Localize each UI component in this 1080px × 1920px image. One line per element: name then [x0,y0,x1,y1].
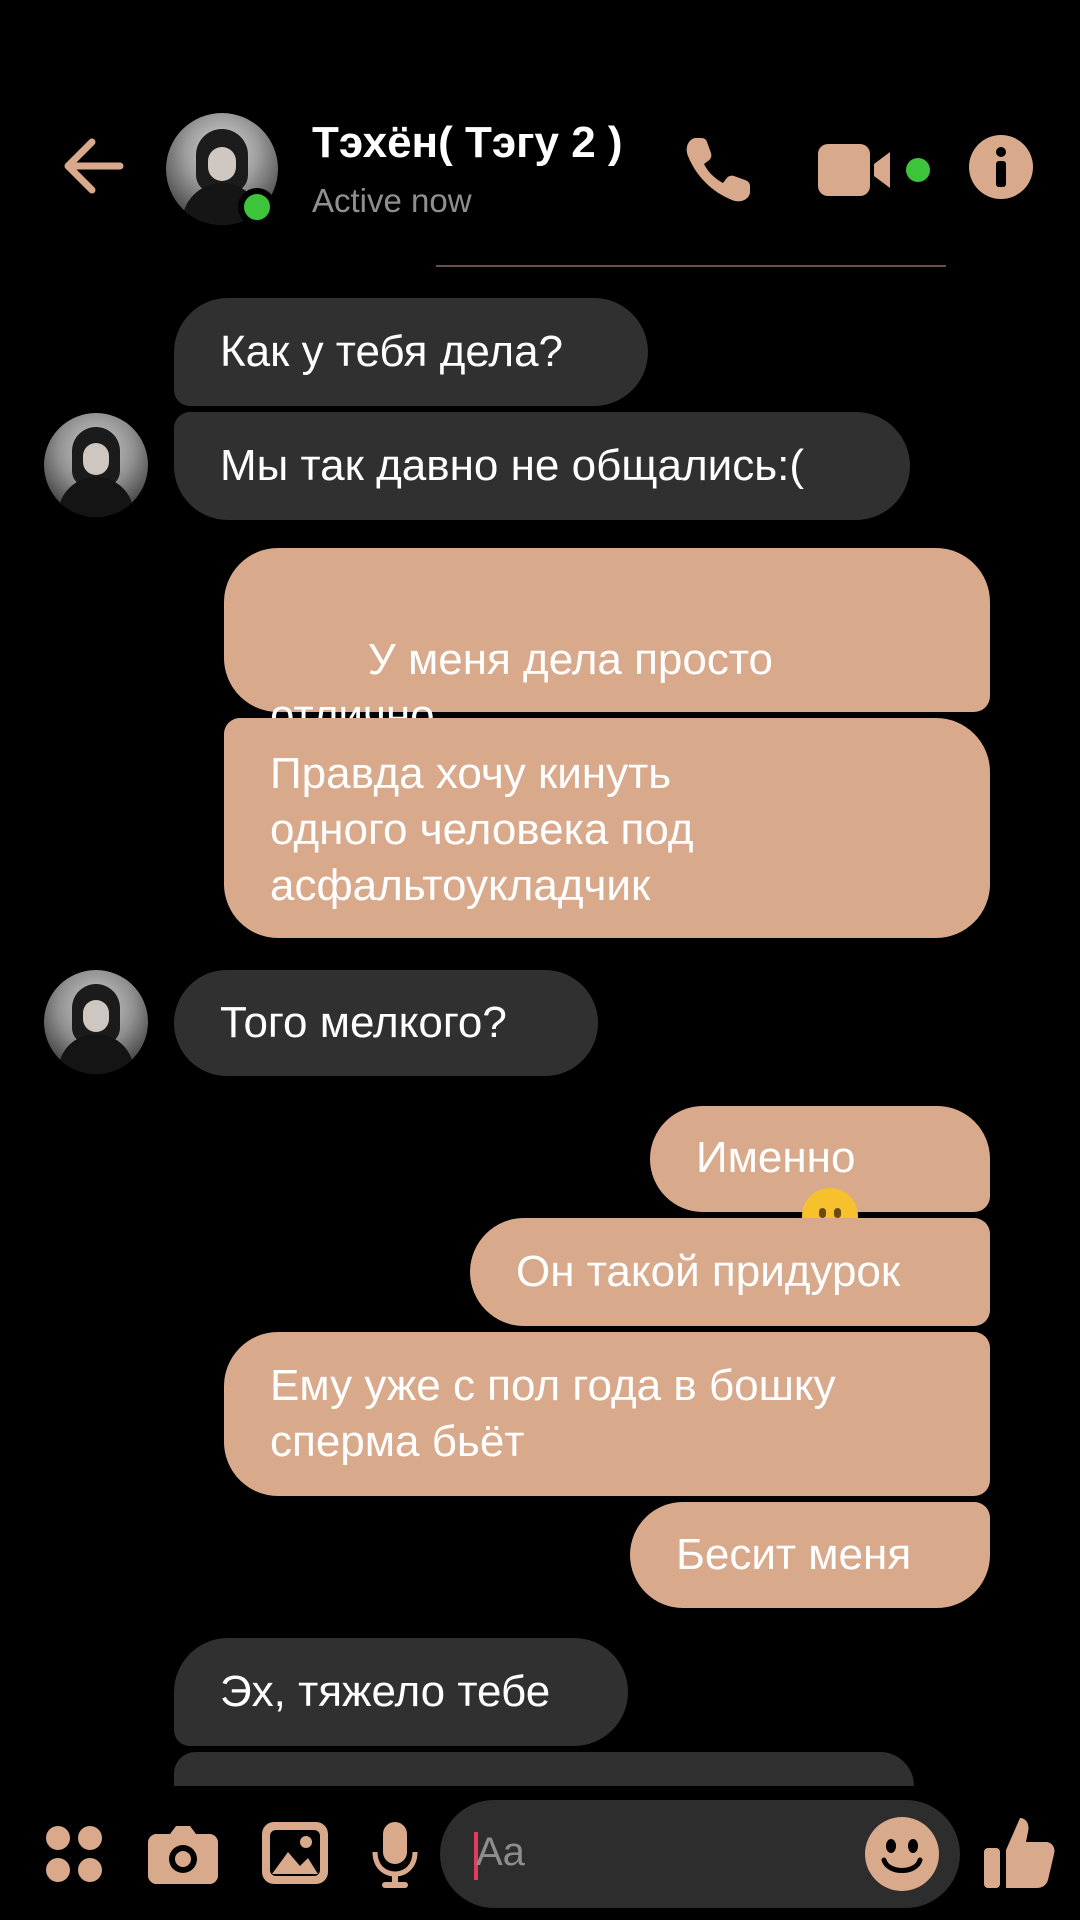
sender-avatar[interactable] [44,413,148,517]
message-input-placeholder: Aa [476,1830,525,1874]
message-text: Бесит меня [676,1530,912,1579]
image-icon[interactable] [262,1822,328,1884]
phone-icon[interactable] [680,132,756,208]
header-divider [436,265,946,267]
message-text: Мы так давно не общались:( [220,441,805,490]
message-text: Эх, тяжело тебе [220,1667,551,1716]
message-text: Как у тебя дела? [220,327,564,376]
message-outgoing[interactable]: Именно [650,1106,990,1245]
contact-name[interactable]: Тэхён( Тэгу 2 ) [312,118,623,168]
thumbs-up-icon[interactable] [984,1814,1056,1890]
camera-icon[interactable] [148,1822,218,1884]
info-icon[interactable] [968,134,1034,200]
online-indicator [238,188,276,226]
message-outgoing[interactable]: У меня дела просто отлично [224,548,990,859]
message-outgoing[interactable]: Он такой придурок [470,1218,990,1326]
message-outgoing[interactable]: Правда хочу кинуть одного человека под а… [224,718,990,938]
message-outgoing[interactable]: Бесит меня [630,1502,990,1608]
message-text: Он такой придурок [516,1247,901,1296]
message-outgoing[interactable]: Ему уже с пол года в бошку сперма бьёт [224,1332,990,1496]
video-camera-icon[interactable] [818,142,938,198]
message-incoming[interactable]: Как у тебя дела? [174,298,648,406]
message-text: Правда хочу кинуть одного человека под а… [270,749,694,910]
message-text: Того мелкого? [220,998,507,1047]
chat-header: Тэхён( Тэгу 2 ) Active now [0,0,1080,267]
message-text: Именно [696,1132,856,1182]
apps-menu-icon[interactable] [44,1824,104,1884]
back-arrow-icon[interactable] [58,130,130,202]
contact-status: Active now [312,182,472,219]
message-incoming[interactable]: Эх, тяжело тебе [174,1638,628,1746]
message-incoming[interactable]: Мы так давно не общались:( [174,412,910,520]
message-text: Ему уже с пол года в бошку сперма бьёт [270,1361,836,1466]
sender-avatar[interactable] [44,970,148,1074]
chat-screen: Тэхён( Тэгу 2 ) Active now Как у тебя де… [0,0,1080,1920]
message-incoming[interactable]: Того мелкого? [174,970,598,1076]
emoji-icon[interactable] [864,1816,940,1892]
microphone-icon[interactable] [372,1822,418,1888]
